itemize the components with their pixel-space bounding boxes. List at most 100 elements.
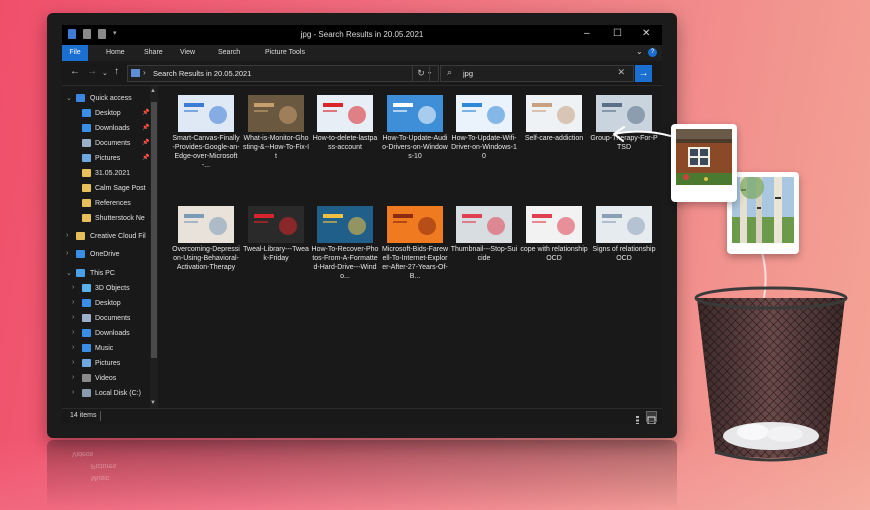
file-item[interactable]: Microsoft-Bids-Farewell-To-Internet-Expl…: [381, 206, 449, 281]
image-thumbnail: [526, 95, 582, 132]
tab-search[interactable]: Search: [214, 45, 244, 61]
file-item[interactable]: How-To-Update-Wifi-Driver-on-Windows-10: [450, 95, 518, 161]
image-thumbnail: [387, 206, 443, 243]
pictures-icon: [82, 359, 91, 367]
sidebar-item-label: Quick access: [90, 95, 132, 102]
file-item[interactable]: Self-care-addiction: [520, 95, 588, 143]
sidebar-item-local-disk-c[interactable]: › Local Disk (C:): [62, 387, 152, 401]
help-icon[interactable]: ?: [648, 48, 657, 57]
image-thumbnail: [317, 95, 373, 132]
navigation-scrollbar[interactable]: ▲ ▼: [150, 86, 158, 408]
sidebar-item-desktop[interactable]: Desktop 📌: [62, 107, 152, 121]
sidebar-item-creative-cloud-fil[interactable]: › Creative Cloud Fil: [62, 230, 152, 244]
sidebar-item-label: Downloads: [95, 330, 130, 337]
chevron-right-icon[interactable]: ›: [72, 359, 74, 366]
sidebar-item-music[interactable]: › Music: [62, 342, 152, 356]
sidebar-item-references[interactable]: References: [62, 197, 152, 211]
sidebar-item-label: Desktop: [95, 300, 121, 307]
chevron-right-icon[interactable]: ›: [72, 329, 74, 336]
file-item[interactable]: Smart-Canvas-Finally-Provides-Google-an-…: [172, 95, 240, 170]
sidebar-item-shutterstock-ne[interactable]: Shutterstock Ne: [62, 212, 152, 226]
ribbon: File Home Share View Search Picture Tool…: [62, 45, 662, 61]
tab-view[interactable]: View: [176, 45, 199, 61]
tab-share[interactable]: Share: [140, 45, 167, 61]
file-item[interactable]: Thumbnail---Stop-Suicide: [450, 206, 518, 263]
birch-photo-card: [727, 172, 799, 254]
status-bar: 14 items: [62, 408, 662, 424]
scroll-down-icon[interactable]: ▼: [150, 400, 156, 406]
chevron-down-icon[interactable]: ⌄: [66, 94, 72, 102]
search-input[interactable]: [463, 67, 603, 79]
chevron-right-icon[interactable]: ›: [66, 250, 68, 257]
chevron-right-icon[interactable]: ›: [72, 299, 74, 306]
minimize-icon[interactable]: –: [584, 29, 590, 39]
search-go-button[interactable]: →: [635, 65, 652, 82]
sidebar-item-label: Pictures: [95, 155, 121, 162]
file-item[interactable]: How-to-delete-lastpass-account: [311, 95, 379, 152]
tab-home[interactable]: Home: [102, 45, 129, 61]
chevron-right-icon[interactable]: ›: [72, 344, 74, 351]
back-arrow-icon[interactable]: ←: [70, 67, 80, 77]
recent-locations-icon[interactable]: ⌄: [102, 69, 108, 79]
sidebar-item-pictures[interactable]: › Pictures: [62, 357, 152, 371]
sidebar-item-videos[interactable]: › Videos: [62, 372, 152, 386]
file-name: Self-care-addiction: [524, 135, 584, 142]
file-item[interactable]: cope with relationship OCD: [520, 206, 588, 263]
sidebar-item-3d-objects[interactable]: › 3D Objects: [62, 282, 152, 296]
sidebar-item-label: Downloads: [95, 125, 130, 132]
reflection-text: Pictures: [91, 462, 117, 469]
sidebar-item-quick-access[interactable]: ⌄ Quick access: [62, 92, 152, 106]
large-icons-view-icon[interactable]: [646, 411, 657, 424]
download-icon: [82, 124, 91, 132]
sidebar-item-downloads[interactable]: › Downloads: [62, 327, 152, 341]
maximize-icon[interactable]: ☐: [613, 29, 622, 39]
tab-file[interactable]: File: [62, 45, 88, 61]
chevron-right-icon[interactable]: ›: [72, 389, 74, 396]
chevron-right-icon[interactable]: ›: [72, 284, 74, 291]
search-box[interactable]: ⌕ ✕: [440, 65, 634, 82]
file-item[interactable]: Tweal-Library---Tweak-Friday: [242, 206, 310, 263]
refresh-icon[interactable]: ↻: [412, 65, 430, 82]
file-item[interactable]: Signs of relationship OCD: [590, 206, 658, 263]
sidebar-item-desktop[interactable]: › Desktop: [62, 297, 152, 311]
file-item[interactable]: How-To-Recover-Photos-From-A-Formatted-H…: [311, 206, 379, 281]
document-icon: [82, 314, 91, 322]
file-item[interactable]: How-To-Update-Audio-Drivers-on-Windows-1…: [381, 95, 449, 161]
file-name: cope with relationship OCD: [520, 246, 588, 262]
details-view-icon[interactable]: [633, 412, 642, 424]
pin-icon: 📌: [142, 140, 150, 146]
chevron-down-icon[interactable]: ⌄: [66, 269, 72, 277]
sidebar-item-calm-sage-post[interactable]: Calm Sage Post: [62, 182, 152, 196]
chevron-right-icon[interactable]: ›: [72, 314, 74, 321]
chevron-down-icon[interactable]: ⌄: [636, 47, 643, 56]
sidebar-item-documents[interactable]: › Documents: [62, 312, 152, 326]
scroll-up-icon[interactable]: ▲: [150, 88, 156, 94]
sidebar-item-this-pc[interactable]: ⌄ This PC: [62, 267, 152, 281]
image-thumbnail: [387, 95, 443, 132]
tab-picture-tools[interactable]: Picture Tools: [261, 45, 309, 61]
sidebar-item-downloads[interactable]: Downloads 📌: [62, 122, 152, 136]
chevron-right-icon[interactable]: ›: [72, 374, 74, 381]
path-box[interactable]: › Search Results in 20.05.2021 ⌄: [127, 65, 439, 82]
image-thumbnail: [526, 206, 582, 243]
creative-cloud-icon: [76, 232, 85, 240]
cabin-image: [676, 129, 732, 185]
scrollbar-thumb[interactable]: [151, 102, 157, 358]
chevron-right-icon[interactable]: ›: [66, 232, 68, 239]
sidebar-item-documents[interactable]: Documents 📌: [62, 137, 152, 151]
file-item[interactable]: Overcoming-Depression-Using-Behavioral-A…: [172, 206, 240, 272]
sidebar-item-label: References: [95, 200, 131, 207]
clear-search-icon[interactable]: ✕: [617, 67, 625, 78]
pin-icon: 📌: [142, 125, 150, 131]
cloud-icon: [76, 250, 85, 258]
sidebar-item-label: Desktop: [95, 110, 121, 117]
close-icon[interactable]: ✕: [642, 29, 650, 39]
sidebar-item-pictures[interactable]: Pictures 📌: [62, 152, 152, 166]
forward-arrow-icon[interactable]: →: [87, 67, 97, 77]
file-name: Tweal-Library---Tweak-Friday: [243, 246, 309, 262]
file-item[interactable]: What-is-Monitor-Ghosting-&--How-To-Fix-I…: [242, 95, 310, 161]
sidebar-item-31-05-2021[interactable]: 31.05.2021: [62, 167, 152, 181]
sidebar-item-onedrive[interactable]: › OneDrive: [62, 248, 152, 262]
up-arrow-icon[interactable]: ↑: [114, 67, 119, 77]
file-name: What-is-Monitor-Ghosting-&--How-To-Fix-I…: [242, 135, 310, 160]
